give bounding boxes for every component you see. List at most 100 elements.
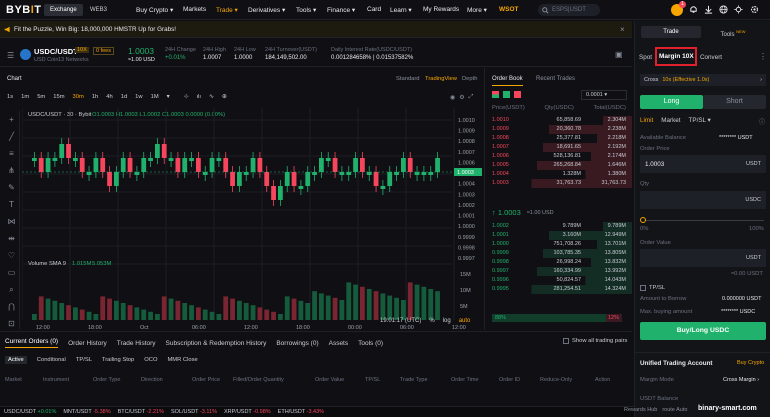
nav-derivatives[interactable]: Derivatives ▾ (248, 6, 285, 14)
menu-icon[interactable]: ☰ (7, 51, 14, 60)
ask-row[interactable]: 1.0009 20,360.78 2.238M (486, 125, 632, 134)
ask-row[interactable]: 1.0005 265,268.84 1.646M (486, 161, 632, 170)
tab-tools[interactable]: Tools (0) (358, 340, 383, 347)
footer-ticker-item[interactable]: ETH/USDT -3.43% (278, 409, 324, 415)
nav-card[interactable]: Card (367, 6, 381, 13)
short-button[interactable]: Short (703, 95, 766, 109)
promo-banner[interactable]: Fit the Puzzle, Win Big: 18,000,000 HMST… (0, 21, 632, 38)
interval-30m[interactable]: 30m (73, 94, 84, 100)
tab-assets[interactable]: Assets (329, 340, 349, 347)
subtab-conditional[interactable]: Conditional (37, 357, 66, 363)
nav-wsot[interactable]: WSOT (499, 6, 519, 13)
auto-toggle[interactable]: auto (459, 318, 471, 324)
globe-icon[interactable] (719, 5, 728, 14)
bid-row[interactable]: 0.9996 50,824.57 14.043M (486, 276, 632, 285)
footer-ticker-item[interactable]: MNT/USDT -5.38% (63, 409, 110, 415)
measure-icon[interactable]: ⇹ (4, 230, 19, 247)
interval-1s[interactable]: 1s (7, 94, 13, 100)
subtab-active[interactable]: Active (5, 356, 27, 364)
networks-link[interactable]: 13 Networks (58, 57, 89, 63)
tab-order-history[interactable]: Order History (68, 340, 107, 347)
type-convert[interactable]: Convert (700, 54, 722, 61)
step-selector[interactable]: 0.0001 ▾ (581, 90, 627, 100)
qty-input[interactable]: USDC (640, 191, 766, 209)
interval-1d[interactable]: 1d (121, 94, 127, 100)
tab-tools[interactable]: Tools NEW (703, 26, 763, 38)
order-type-limit[interactable]: Limit (640, 117, 653, 124)
compare-icon[interactable]: ⊕ (222, 94, 227, 100)
interval-1h[interactable]: 1h (92, 94, 98, 100)
bid-row[interactable]: 1.0002 9.789M 9.789M (486, 222, 632, 231)
chart-mode-standard[interactable]: Standard (396, 76, 420, 82)
chevron-down-icon[interactable]: ▾ (167, 94, 170, 100)
footer-ticker-item[interactable]: USDC/USDT +0.01% (4, 409, 56, 415)
order-price-input[interactable]: 1.0003 USDT (640, 155, 766, 173)
bell-icon[interactable] (689, 5, 698, 14)
zoom-icon[interactable]: ⌕ (4, 281, 19, 298)
interval-4h[interactable]: 4h (106, 94, 112, 100)
order-type-tpsl[interactable]: TP/SL ▾ (689, 117, 711, 124)
buy-long-button[interactable]: Buy/Long USDC (640, 322, 766, 340)
subtab-tpsl[interactable]: TP/SL (76, 357, 92, 363)
ruler-icon[interactable]: ▭ (4, 264, 19, 281)
crosshair-icon[interactable]: + (4, 111, 19, 128)
brush-icon[interactable]: ✎ (4, 179, 19, 196)
ask-row[interactable]: 1.0003 31,763.73 31,763.73 (486, 179, 632, 188)
more-icon[interactable]: ⋮ (759, 52, 767, 61)
ask-row[interactable]: 1.0007 18,691.65 2.192M (486, 143, 632, 152)
slider-handle[interactable] (640, 217, 646, 223)
info-icon[interactable]: ⓘ (759, 117, 765, 126)
bybit-logo[interactable]: BYBIT (6, 4, 42, 16)
type-spot[interactable]: Spot (639, 54, 652, 61)
settings-icon[interactable] (750, 5, 759, 14)
fib-icon[interactable]: ≡ (4, 145, 19, 162)
nav-buy-crypto[interactable]: Buy Crypto ▾ (136, 6, 173, 14)
download-icon[interactable] (704, 5, 713, 14)
tab-trade-history[interactable]: Trade History (117, 340, 156, 347)
tab-recent-trades[interactable]: Recent Trades (536, 76, 575, 82)
buy-crypto-link[interactable]: Buy Crypto (737, 360, 764, 366)
close-icon[interactable]: × (620, 25, 625, 34)
tpsl-checkbox[interactable]: TP/SL (640, 285, 665, 291)
bid-row[interactable]: 1.0000 751,708.26 13.701M (486, 240, 632, 249)
route-auto[interactable]: route Auto (662, 407, 687, 413)
camera-icon[interactable]: ◉ (450, 94, 455, 101)
draw-icon[interactable]: ∿ (209, 94, 214, 100)
chart-mode-tradingview[interactable]: TradingView (425, 76, 457, 82)
web3-toggle[interactable]: WEB3 (84, 4, 113, 16)
bid-row[interactable]: 0.9997 160,334.99 13.992M (486, 267, 632, 276)
show-all-pairs-checkbox[interactable]: Show all trading pairs (563, 338, 627, 344)
book-both-icon[interactable] (492, 91, 499, 98)
nav-more[interactable]: More ▾ (467, 6, 487, 14)
subtab-trailing-stop[interactable]: Trailing Stop (102, 357, 134, 363)
tab-borrowings[interactable]: Borrowings (0) (276, 340, 318, 347)
margin-mode-value[interactable]: Cross Margin › (723, 377, 759, 383)
tab-current-orders[interactable]: Current Orders (0) (5, 338, 59, 348)
ask-row[interactable]: 1.0006 528,136.81 2.174M (486, 152, 632, 161)
pitchfork-icon[interactable]: ⋔ (4, 162, 19, 179)
tab-subscription-history[interactable]: Subscription & Redemption History (166, 340, 267, 347)
tab-order-book[interactable]: Order Book (492, 76, 523, 86)
tab-trade[interactable]: Trade (641, 26, 701, 38)
qty-slider[interactable] (642, 220, 764, 221)
book-bids-icon[interactable] (503, 91, 510, 98)
order-type-market[interactable]: Market (661, 117, 680, 124)
exchange-toggle[interactable]: Exchange (44, 4, 83, 16)
footer-ticker-item[interactable]: BTC/USDT -2.21% (118, 409, 164, 415)
bid-row[interactable]: 0.9995 281,254.51 14.324M (486, 285, 632, 294)
bid-row[interactable]: 0.9998 26,998.24 13.832M (486, 258, 632, 267)
interval-1M[interactable]: 1M (151, 94, 159, 100)
log-toggle[interactable]: log (443, 318, 451, 324)
trendline-icon[interactable]: ╱ (4, 128, 19, 145)
search-box[interactable]: ESPS|USDT (538, 4, 600, 16)
nav-finance[interactable]: Finance ▾ (327, 6, 355, 14)
bid-row[interactable]: 1.0001 3.160M 12.949M (486, 231, 632, 240)
type-margin[interactable]: Margin 10X (659, 53, 694, 60)
nav-learn[interactable]: Learn ▾ (390, 6, 412, 14)
subtab-mmr-close[interactable]: MMR Close (167, 357, 197, 363)
subtab-oco[interactable]: OCO (144, 357, 157, 363)
footer-ticker-item[interactable]: XRP/USDT -0.98% (224, 409, 271, 415)
nav-markets[interactable]: Markets (183, 6, 206, 13)
ask-row[interactable]: 1.0010 65,858.69 2.304M (486, 116, 632, 125)
pattern-icon[interactable]: ⋈ (4, 213, 19, 230)
